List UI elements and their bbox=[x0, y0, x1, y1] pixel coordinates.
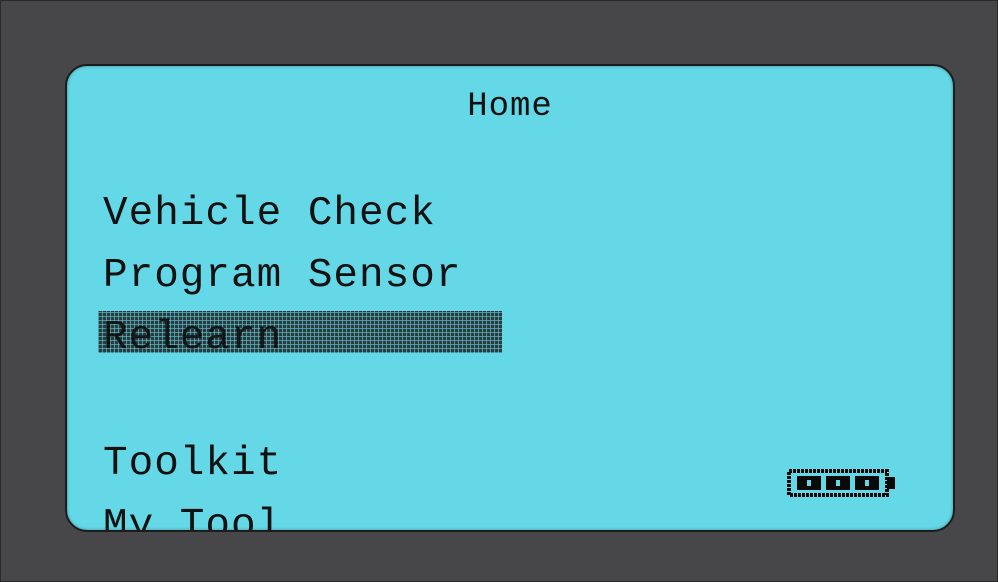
menu-item-toolkit[interactable]: Toolkit bbox=[103, 444, 282, 485]
menu-item-relearn[interactable]: Relearn bbox=[103, 318, 282, 359]
menu-item-program-sensor[interactable]: Program Sensor bbox=[103, 256, 461, 297]
screen-title: Home bbox=[467, 88, 553, 126]
battery-icon bbox=[787, 469, 895, 497]
menu-item-vehicle-check[interactable]: Vehicle Check bbox=[103, 194, 436, 235]
menu-item-my-tool[interactable]: My Tool bbox=[103, 506, 282, 531]
lcd-screen: Home Vehicle Check Program Sensor Relear… bbox=[65, 64, 955, 532]
device-frame: Home Vehicle Check Program Sensor Relear… bbox=[0, 0, 998, 582]
